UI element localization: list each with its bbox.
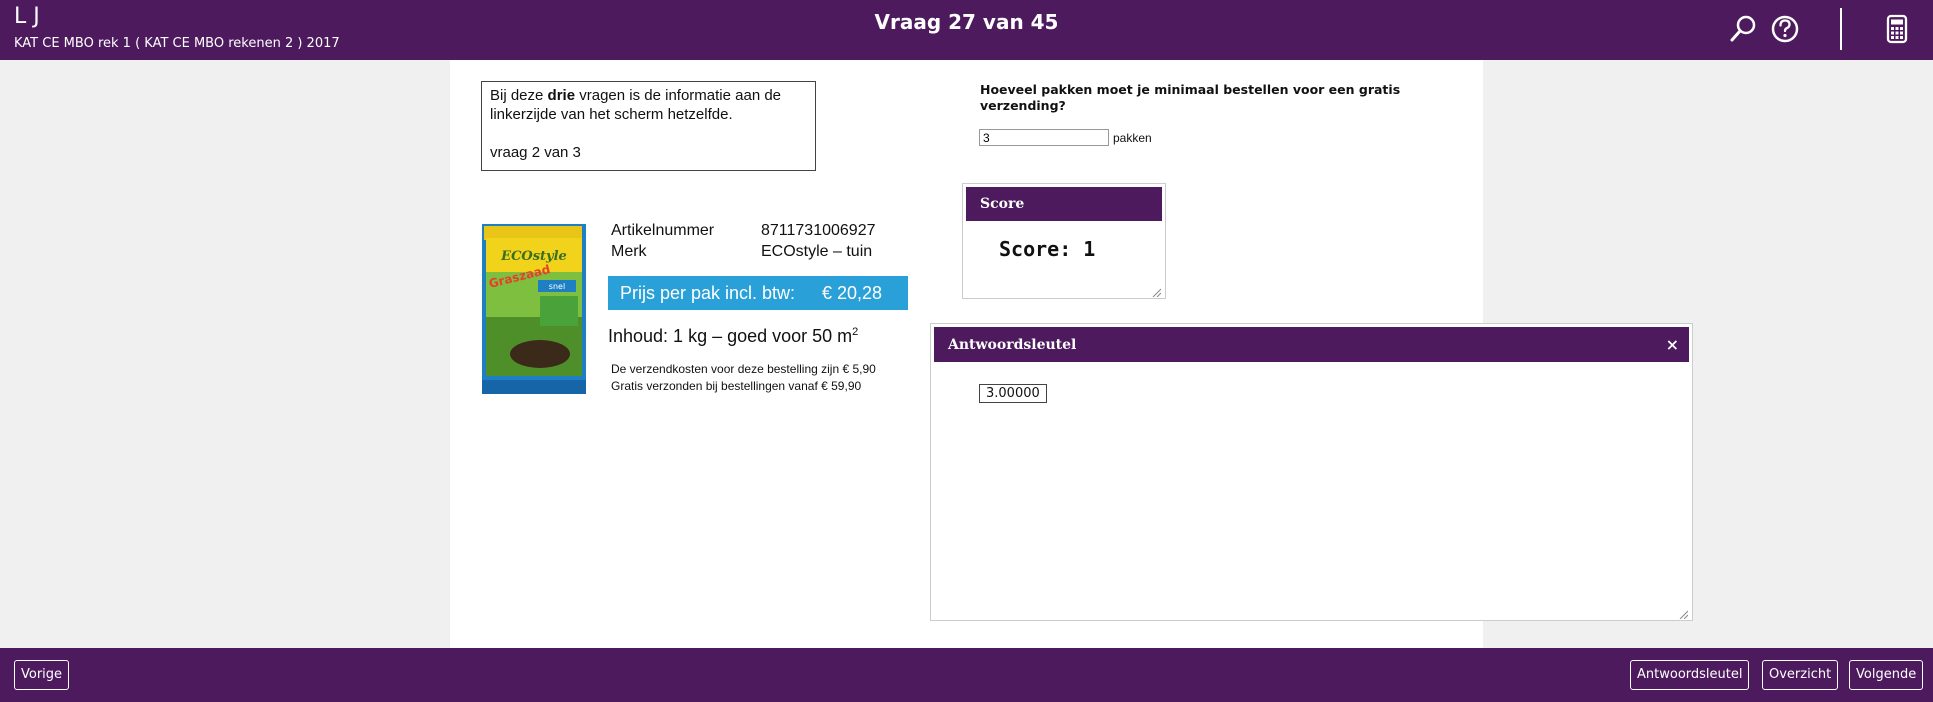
content-text: Inhoud: 1 kg – goed voor 50 m (608, 326, 853, 346)
overview-button[interactable]: Overzicht (1762, 660, 1839, 690)
article-number-label: Artikelnummer (611, 222, 715, 239)
info-line2: linkerzijde van het scherm hetzelfde. (490, 106, 733, 123)
info-line1-after: vragen is de informatie aan de (575, 87, 782, 104)
resize-grip-icon[interactable] (1151, 284, 1162, 298)
box-tag: snel (549, 282, 565, 291)
answer-input[interactable] (979, 129, 1109, 146)
previous-button[interactable]: Vorige (14, 660, 70, 690)
info-line1-before: Bij deze (490, 87, 548, 104)
toolbar-separator (1840, 8, 1842, 50)
answer-key-value: 3.00000 (979, 384, 1047, 403)
answer-key-title: Antwoordsleutel (948, 337, 1077, 353)
box-brand: ECOstyle (500, 249, 567, 264)
answer-key-header: Antwoordsleutel × (934, 327, 1689, 362)
question-text: Hoeveel pakken moet je minimaal bestelle… (980, 82, 1401, 113)
question-counter: Vraag 27 van 45 (874, 10, 1059, 34)
top-bar: L J KAT CE MBO rek 1 ( KAT CE MBO rekene… (0, 0, 1933, 60)
price-bar: Prijs per pak incl. btw: € 20,28 (608, 276, 908, 310)
next-button[interactable]: Volgende (1849, 660, 1924, 690)
close-icon[interactable]: × (1666, 335, 1679, 354)
score-panel-header: Score (966, 187, 1162, 221)
brand-label: Merk (611, 243, 647, 260)
info-line3: vraag 2 van 3 (490, 144, 581, 161)
help-icon[interactable] (1768, 12, 1802, 46)
search-icon[interactable] (1727, 12, 1761, 46)
free-shipping-note: Gratis verzonden bij bestellingen vanaf … (611, 379, 862, 393)
test-name: KAT CE MBO rek 1 ( KAT CE MBO rekenen 2 … (14, 36, 340, 51)
product-info: ECOstyle Graszaad snel Artikelnummer 871… (480, 222, 909, 402)
content-amount: Inhoud: 1 kg – goed voor 50 m2 (608, 326, 858, 347)
brand-value: ECOstyle – tuin (761, 243, 873, 260)
bottom-bar: Vorige Antwoordsleutel Overzicht Volgend… (0, 648, 1933, 702)
info-line1-bold: drie (547, 87, 576, 104)
article-number-value: 8711731006927 (761, 222, 876, 239)
price-label: Prijs per pak incl. btw: (620, 283, 796, 303)
score-panel: Score Score: 1 (962, 183, 1166, 299)
shipping-cost-note: De verzendkosten voor deze bestelling zi… (611, 362, 876, 376)
content-sup: 2 (852, 326, 859, 338)
answer-unit: pakken (1113, 131, 1152, 145)
score-value: Score: 1 (999, 237, 1096, 261)
grass-seed-package-image: ECOstyle Graszaad snel (480, 222, 590, 397)
resize-grip-icon[interactable] (1678, 606, 1689, 620)
calculator-icon[interactable] (1880, 12, 1914, 46)
info-box: Bij deze drie vragen is de informatie aa… (481, 81, 816, 171)
score-panel-title: Score (980, 196, 1025, 212)
answer-key-button[interactable]: Antwoordsleutel (1630, 660, 1750, 690)
price-value: € 20,28 (822, 283, 883, 303)
answer-key-panel: Antwoordsleutel × 3.00000 (930, 323, 1693, 621)
